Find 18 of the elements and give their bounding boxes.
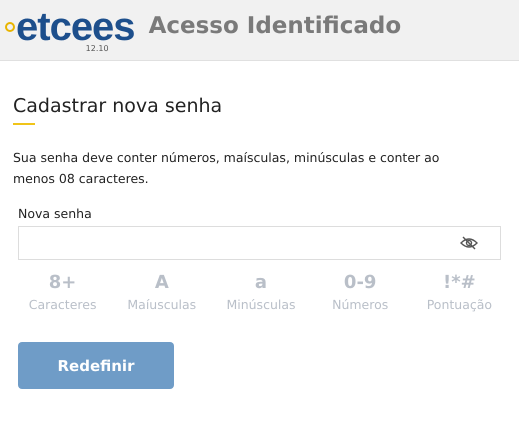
field-label: Nova senha [18, 206, 93, 221]
password-field[interactable] [18, 226, 501, 260]
form-heading: Cadastrar nova senha [13, 95, 224, 117]
version-text: 12.10 [86, 44, 109, 53]
requirement-label: Caracteres [28, 297, 96, 312]
requirement-symbol: A [154, 272, 169, 293]
description-text: Sua senha deve conter números, maísculas, minúsculas e conter ao menos 08 caracteres. [13, 149, 440, 188]
requirement-label: Números [332, 297, 388, 312]
requirement-label: Minúsculas [226, 297, 296, 312]
requirement-label: Maíusculas [127, 297, 196, 312]
eye-off-icon[interactable] [460, 236, 478, 250]
requirement-symbol: a [254, 272, 268, 293]
page-title: Acesso Identificado [148, 13, 402, 39]
requirement-symbol: 8+ [48, 272, 76, 293]
requirement-symbol: !*# [443, 272, 476, 293]
requirement-symbol: 0-9 [344, 272, 376, 293]
requirement-label: Pontuação [426, 297, 492, 312]
heading-underline [13, 123, 35, 125]
